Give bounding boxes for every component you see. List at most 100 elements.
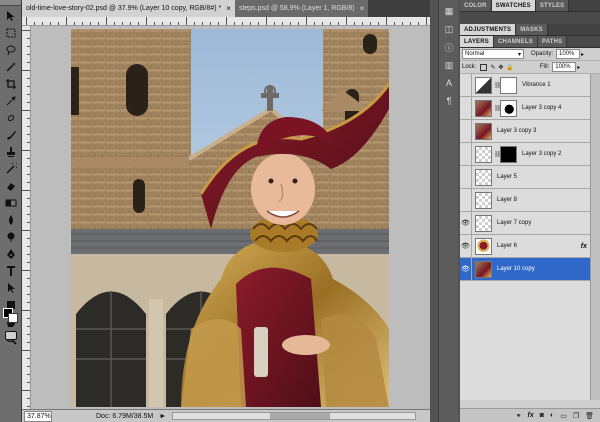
- status-menu-arrow-icon[interactable]: ►: [159, 413, 166, 420]
- ruler-tick: [242, 22, 243, 25]
- mask-link-icon[interactable]: ⛓: [494, 105, 502, 112]
- new-layer-icon[interactable]: ❐: [573, 412, 579, 420]
- close-tab-icon[interactable]: ×: [226, 4, 231, 13]
- lock-all-icon[interactable]: 🔒: [506, 64, 513, 71]
- opacity-input[interactable]: 100%: [556, 49, 581, 59]
- add-mask-icon[interactable]: ◙: [540, 412, 544, 419]
- lock-transparent-icon[interactable]: [480, 63, 488, 71]
- eye-hidden-icon[interactable]: [460, 73, 472, 97]
- magic-wand-tool-icon[interactable]: [3, 59, 19, 74]
- eye-hidden-icon[interactable]: [460, 188, 472, 212]
- horizontal-scrollbar[interactable]: [172, 412, 416, 420]
- layer-row[interactable]: 👁 Layer 7 copy: [460, 211, 590, 235]
- tab-layers[interactable]: LAYERS: [460, 36, 494, 47]
- eyedropper-tool-icon[interactable]: [3, 93, 19, 108]
- document-tab-active[interactable]: old-time-love-story-02.psd @ 37.9% (Laye…: [22, 0, 235, 17]
- link-layers-icon[interactable]: ⚭: [516, 412, 522, 420]
- adjustment-layer-icon[interactable]: ◐: [550, 412, 554, 419]
- eye-icon[interactable]: 👁: [460, 257, 472, 281]
- layer-row[interactable]: Layer 5: [460, 165, 590, 189]
- crop-tool-icon[interactable]: [3, 76, 19, 91]
- new-group-icon[interactable]: ▭: [560, 412, 567, 420]
- eye-hidden-icon[interactable]: [460, 96, 472, 120]
- tab-paths[interactable]: PATHS: [537, 36, 568, 47]
- lock-position-icon[interactable]: ✥: [498, 64, 503, 71]
- character-panel-icon[interactable]: A: [441, 76, 457, 90]
- quick-mask-icon[interactable]: [5, 331, 17, 340]
- horizontal-ruler[interactable]: [22, 17, 430, 26]
- layer-row[interactable]: 👁 Layer 6 fx: [460, 234, 590, 258]
- layer-effects-icon[interactable]: fx: [581, 243, 587, 250]
- type-tool-icon[interactable]: [3, 263, 19, 278]
- layer-row[interactable]: Layer 3 copy 3: [460, 119, 590, 143]
- layer-row[interactable]: Layer 8: [460, 188, 590, 212]
- pen-tool-icon[interactable]: [3, 246, 19, 261]
- blur-tool-icon[interactable]: [3, 212, 19, 227]
- tab-masks[interactable]: MASKS: [516, 24, 548, 35]
- layer-thumbnail[interactable]: [475, 145, 492, 163]
- layer-mask-thumbnail[interactable]: [500, 145, 517, 163]
- eye-icon[interactable]: 👁: [460, 234, 472, 258]
- vertical-ruler[interactable]: [22, 26, 31, 409]
- scrollbar-thumb[interactable]: [269, 413, 330, 419]
- eye-icon[interactable]: 👁: [460, 211, 472, 235]
- layer-thumbnail[interactable]: [475, 122, 492, 140]
- lock-image-icon[interactable]: ✎: [490, 64, 495, 71]
- mask-link-icon[interactable]: ⛓: [494, 151, 502, 158]
- lasso-tool-icon[interactable]: [3, 42, 19, 57]
- layer-row[interactable]: ⛓ Layer 3 copy 2: [460, 142, 590, 166]
- fill-input[interactable]: 100%: [552, 62, 577, 72]
- zoom-level-field[interactable]: 37.87%: [24, 410, 52, 422]
- blend-mode-select[interactable]: Normal ▾: [462, 49, 524, 59]
- brush-tool-icon[interactable]: [3, 127, 19, 142]
- tab-adjustments[interactable]: ADJUSTMENTS: [460, 24, 517, 35]
- tab-styles[interactable]: STYLES: [535, 0, 570, 11]
- close-tab-icon[interactable]: ×: [360, 4, 365, 13]
- trash-icon[interactable]: 🗑: [585, 412, 594, 420]
- eye-hidden-icon[interactable]: [460, 142, 472, 166]
- layer-thumbnail[interactable]: [475, 237, 492, 255]
- layer-thumbnail[interactable]: [475, 99, 492, 117]
- layer-row[interactable]: ⛓ Vibrance 1: [460, 73, 590, 97]
- history-brush-tool-icon[interactable]: [3, 161, 19, 176]
- document-canvas[interactable]: [71, 29, 389, 407]
- fx-icon[interactable]: fx: [528, 412, 534, 419]
- move-tool-icon[interactable]: [3, 8, 19, 23]
- ruler-tick: [186, 17, 187, 25]
- layer-row[interactable]: ⛓ Layer 3 copy 4: [460, 96, 590, 120]
- eye-hidden-icon[interactable]: [460, 119, 472, 143]
- layer-thumbnail[interactable]: [475, 260, 492, 278]
- opacity-arrow-icon[interactable]: ▸: [581, 51, 584, 58]
- clone-stamp-tool-icon[interactable]: [3, 144, 19, 159]
- marquee-tool-icon[interactable]: [3, 25, 19, 40]
- layer-mask-thumbnail[interactable]: [500, 76, 517, 94]
- brush-presets-icon[interactable]: ▥: [441, 58, 457, 72]
- tab-swatches[interactable]: SWATCHES: [491, 0, 536, 11]
- layer-thumbnail[interactable]: [475, 191, 492, 209]
- layer-thumbnail[interactable]: [475, 168, 492, 186]
- layer-row[interactable]: 👁 Layer 10 copy: [460, 257, 590, 281]
- path-selection-tool-icon[interactable]: [3, 280, 19, 295]
- layer-thumbnail[interactable]: [475, 214, 492, 232]
- ruler-tick: [27, 406, 30, 407]
- gradient-tool-icon[interactable]: [3, 195, 19, 210]
- healing-brush-tool-icon[interactable]: [3, 110, 19, 125]
- fill-arrow-icon[interactable]: ▸: [577, 64, 580, 71]
- navigator-panel-icon[interactable]: ◫: [441, 22, 457, 36]
- background-color-swatch[interactable]: [8, 313, 18, 323]
- canvas-area[interactable]: [31, 26, 430, 409]
- tools-grip[interactable]: [0, 0, 21, 6]
- mask-link-icon[interactable]: ⛓: [494, 82, 502, 89]
- history-panel-icon[interactable]: ▦: [441, 4, 457, 18]
- layers-scrollbar[interactable]: [590, 74, 600, 400]
- layer-thumbnail[interactable]: [475, 76, 492, 94]
- tab-channels[interactable]: CHANNELS: [494, 36, 538, 47]
- dodge-tool-icon[interactable]: [3, 229, 19, 244]
- tab-color[interactable]: COLOR: [460, 0, 492, 11]
- info-panel-icon[interactable]: ⓘ: [441, 40, 457, 54]
- document-tab-inactive[interactable]: steps.psd @ 58.9% (Layer 1, RGB/8) ×: [234, 0, 369, 17]
- eraser-tool-icon[interactable]: [3, 178, 19, 193]
- eye-hidden-icon[interactable]: [460, 165, 472, 189]
- layer-mask-thumbnail[interactable]: [500, 99, 517, 117]
- paragraph-panel-icon[interactable]: ¶: [441, 94, 457, 108]
